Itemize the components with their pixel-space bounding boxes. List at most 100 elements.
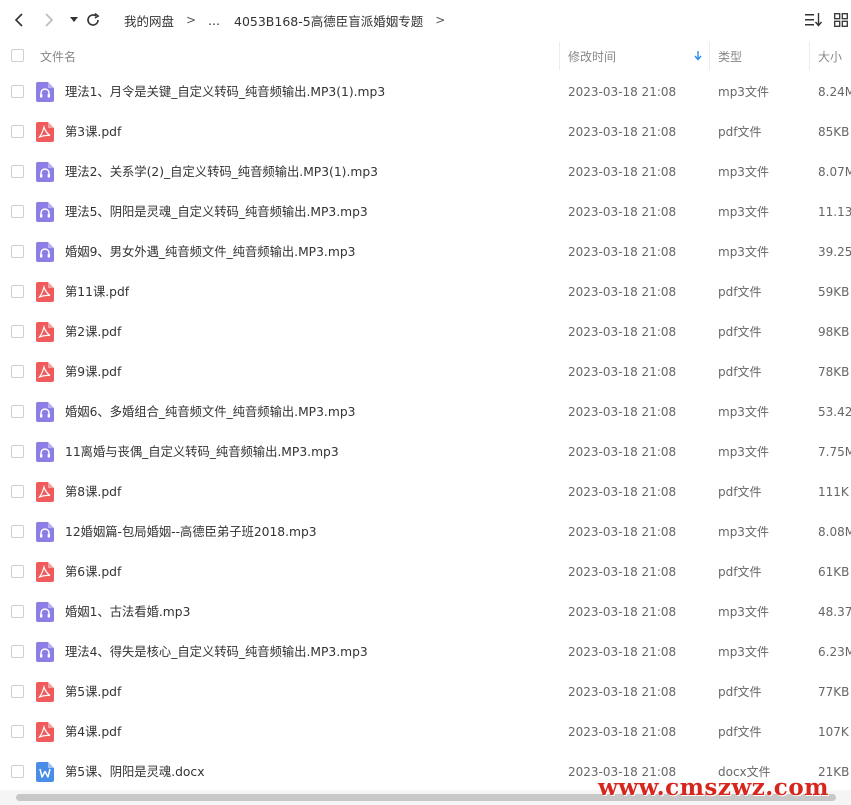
chevron-left-icon	[14, 13, 23, 27]
file-modified-time: 2023-03-18 21:08	[568, 685, 677, 699]
sort-list-icon	[805, 13, 823, 27]
column-divider[interactable]	[709, 42, 710, 70]
file-name[interactable]: 第11课.pdf	[65, 272, 129, 312]
file-name[interactable]: 第8课.pdf	[65, 472, 121, 512]
file-row[interactable]: 第8课.pdf 2023-03-18 21:08 pdf文件 111K	[0, 472, 851, 512]
column-name[interactable]: 文件名	[40, 40, 76, 72]
row-checkbox[interactable]	[11, 325, 24, 338]
file-name[interactable]: 理法2、关系学(2)_自定义转码_纯音频输出.MP3(1).mp3	[65, 152, 378, 192]
row-checkbox[interactable]	[11, 405, 24, 418]
back-button[interactable]	[10, 10, 30, 30]
row-checkbox[interactable]	[11, 165, 24, 178]
file-row[interactable]: 第5课.pdf 2023-03-18 21:08 pdf文件 77KB	[0, 672, 851, 712]
column-size[interactable]: 大小	[818, 40, 842, 72]
refresh-button[interactable]	[83, 10, 103, 30]
file-row[interactable]: 理法1、月令是关键_自定义转码_纯音频输出.MP3(1).mp3 2023-03…	[0, 72, 851, 112]
audio-file-icon	[36, 82, 54, 102]
file-modified-time: 2023-03-18 21:08	[568, 85, 677, 99]
file-row[interactable]: 11离婚与丧偶_自定义转码_纯音频输出.MP3.mp3 2023-03-18 2…	[0, 432, 851, 472]
file-row[interactable]: 12婚姻篇-包局婚姻--高德臣弟子班2018.mp3 2023-03-18 21…	[0, 512, 851, 552]
file-row[interactable]: 婚姻9、男女外遇_纯音频文件_纯音频输出.MP3.mp3 2023-03-18 …	[0, 232, 851, 272]
file-size: 8.07M	[818, 165, 851, 179]
file-size: 11.13	[818, 205, 851, 219]
row-checkbox[interactable]	[11, 285, 24, 298]
file-type: pdf文件	[718, 565, 762, 579]
file-row[interactable]: 第9课.pdf 2023-03-18 21:08 pdf文件 78KB	[0, 352, 851, 392]
file-name[interactable]: 婚姻6、多婚组合_纯音频文件_纯音频输出.MP3.mp3	[65, 392, 355, 432]
row-checkbox[interactable]	[11, 85, 24, 98]
history-dropdown[interactable]	[64, 10, 84, 30]
file-name[interactable]: 第5课、阴阳是灵魂.docx	[65, 752, 204, 792]
file-name[interactable]: 理法1、月令是关键_自定义转码_纯音频输出.MP3(1).mp3	[65, 72, 385, 112]
row-checkbox[interactable]	[11, 725, 24, 738]
row-checkbox[interactable]	[11, 645, 24, 658]
row-checkbox[interactable]	[11, 685, 24, 698]
select-all-checkbox[interactable]	[11, 49, 24, 62]
row-checkbox[interactable]	[11, 605, 24, 618]
breadcrumb: 我的网盘 > ... 4053B168-5高德臣盲派婚姻专题 >	[124, 0, 457, 40]
column-divider[interactable]	[559, 42, 560, 70]
file-row[interactable]: 第6课.pdf 2023-03-18 21:08 pdf文件 61KB	[0, 552, 851, 592]
file-type: mp3文件	[718, 245, 769, 259]
row-checkbox[interactable]	[11, 445, 24, 458]
file-name[interactable]: 第5课.pdf	[65, 672, 121, 712]
pdf-file-icon	[36, 682, 54, 702]
file-size: 111K	[818, 485, 849, 499]
arrow-down-icon	[694, 51, 702, 61]
file-name[interactable]: 理法5、阴阳是灵魂_自定义转码_纯音频输出.MP3.mp3	[65, 192, 368, 232]
file-name[interactable]: 理法4、得失是核心_自定义转码_纯音频输出.MP3.mp3	[65, 632, 368, 672]
row-checkbox[interactable]	[11, 565, 24, 578]
file-modified-time: 2023-03-18 21:08	[568, 325, 677, 339]
row-checkbox[interactable]	[11, 245, 24, 258]
file-name[interactable]: 第4课.pdf	[65, 712, 121, 752]
file-name[interactable]: 第2课.pdf	[65, 312, 121, 352]
file-name[interactable]: 第6课.pdf	[65, 552, 121, 592]
file-size: 8.08M	[818, 525, 851, 539]
column-time[interactable]: 修改时间	[568, 40, 616, 72]
breadcrumb-root[interactable]: 我的网盘	[124, 11, 174, 30]
file-type: mp3文件	[718, 445, 769, 459]
file-row[interactable]: 第2课.pdf 2023-03-18 21:08 pdf文件 98KB	[0, 312, 851, 352]
sort-menu-button[interactable]	[805, 12, 823, 31]
row-checkbox[interactable]	[11, 125, 24, 138]
file-row[interactable]: 理法5、阴阳是灵魂_自定义转码_纯音频输出.MP3.mp3 2023-03-18…	[0, 192, 851, 232]
file-row[interactable]: 婚姻6、多婚组合_纯音频文件_纯音频输出.MP3.mp3 2023-03-18 …	[0, 392, 851, 432]
file-type: pdf文件	[718, 325, 762, 339]
row-checkbox[interactable]	[11, 205, 24, 218]
file-modified-time: 2023-03-18 21:08	[568, 445, 677, 459]
file-modified-time: 2023-03-18 21:08	[568, 565, 677, 579]
forward-button[interactable]	[38, 10, 58, 30]
file-name[interactable]: 第9课.pdf	[65, 352, 121, 392]
audio-file-icon	[36, 602, 54, 622]
row-checkbox[interactable]	[11, 365, 24, 378]
pdf-file-icon	[36, 562, 54, 582]
file-size: 59KB	[818, 285, 850, 299]
file-size: 8.24M	[818, 85, 851, 99]
word-file-icon	[36, 762, 54, 782]
breadcrumb-ellipsis[interactable]: ...	[208, 13, 220, 28]
row-checkbox[interactable]	[11, 765, 24, 778]
file-size: 48.37	[818, 605, 851, 619]
file-name[interactable]: 第3课.pdf	[65, 112, 121, 152]
breadcrumb-current[interactable]: 4053B168-5高德臣盲派婚姻专题	[234, 11, 423, 30]
row-checkbox[interactable]	[11, 485, 24, 498]
file-name[interactable]: 11离婚与丧偶_自定义转码_纯音频输出.MP3.mp3	[65, 432, 339, 472]
file-name[interactable]: 婚姻1、古法看婚.mp3	[65, 592, 190, 632]
file-size: 77KB	[818, 685, 850, 699]
file-name[interactable]: 婚姻9、男女外遇_纯音频文件_纯音频输出.MP3.mp3	[65, 232, 355, 272]
column-divider[interactable]	[809, 42, 810, 70]
file-row[interactable]: 第4课.pdf 2023-03-18 21:08 pdf文件 107K	[0, 712, 851, 752]
column-type[interactable]: 类型	[718, 40, 742, 72]
sort-indicator	[694, 40, 702, 72]
audio-file-icon	[36, 642, 54, 662]
file-row[interactable]: 婚姻1、古法看婚.mp3 2023-03-18 21:08 mp3文件 48.3…	[0, 592, 851, 632]
file-name[interactable]: 12婚姻篇-包局婚姻--高德臣弟子班2018.mp3	[65, 512, 317, 552]
file-row[interactable]: 第3课.pdf 2023-03-18 21:08 pdf文件 85KB	[0, 112, 851, 152]
file-row[interactable]: 理法2、关系学(2)_自定义转码_纯音频输出.MP3(1).mp3 2023-0…	[0, 152, 851, 192]
file-row[interactable]: 理法4、得失是核心_自定义转码_纯音频输出.MP3.mp3 2023-03-18…	[0, 632, 851, 672]
row-checkbox[interactable]	[11, 525, 24, 538]
watermark-text: www.cmszwz.com	[598, 774, 829, 801]
file-size: 53.42	[818, 405, 851, 419]
view-mode-button[interactable]	[834, 12, 848, 31]
file-row[interactable]: 第11课.pdf 2023-03-18 21:08 pdf文件 59KB	[0, 272, 851, 312]
